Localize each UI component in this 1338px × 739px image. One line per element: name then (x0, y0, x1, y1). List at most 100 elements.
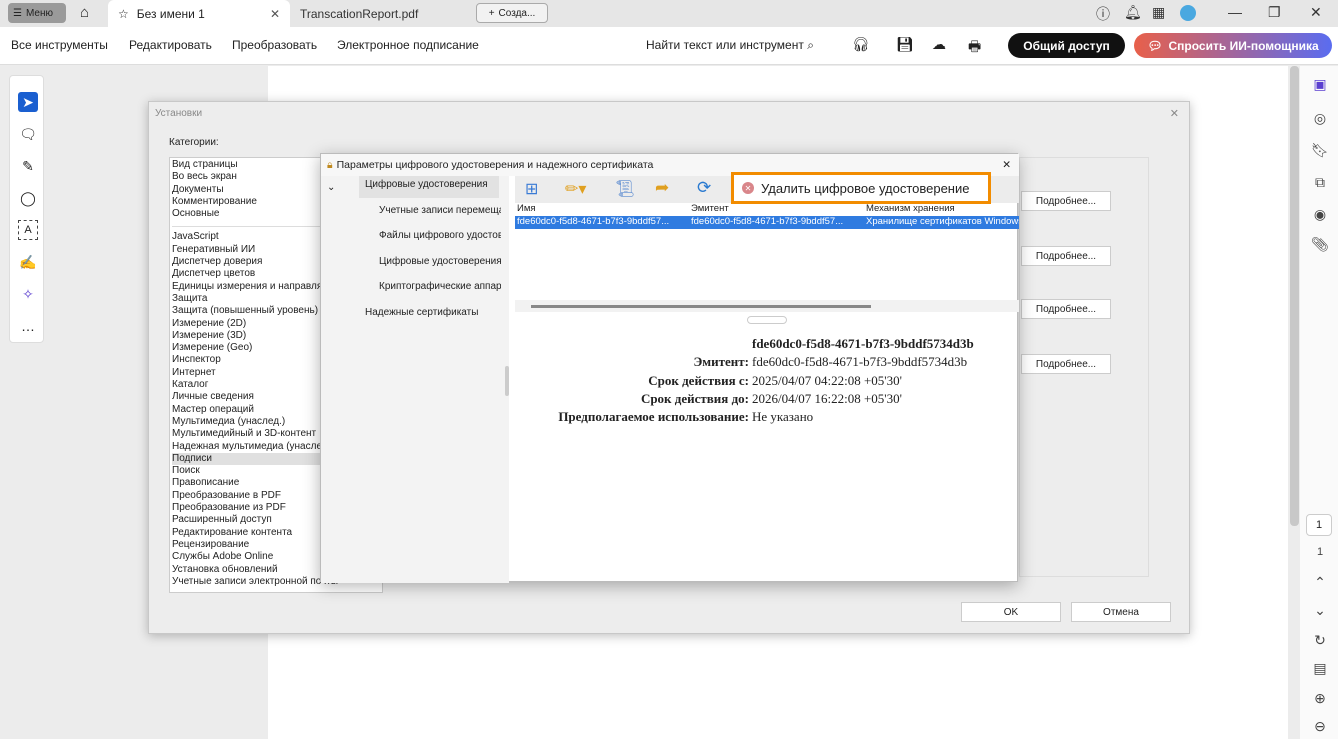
nav-roaming-accounts[interactable]: Учетные записи перемещаемых удостоверени… (379, 205, 501, 216)
plus-icon: + (488, 7, 495, 19)
more-button-1[interactable]: Подробнее... (1021, 191, 1111, 211)
create-button[interactable]: + Созда... (476, 3, 548, 23)
select-cursor-icon[interactable]: ➤ (18, 92, 38, 112)
ok-button[interactable]: OK (961, 602, 1061, 622)
edit-pencil-icon[interactable]: ✏︎▾ (565, 179, 586, 199)
right-tool-panel: ▣ ◎ 🔖︎ ⧉ ◉ 📎︎ 1 1 ⌃ ⌄ ↻ ▤ ⊕ ⊖ (1300, 66, 1338, 739)
attachment-icon[interactable]: 📎︎ (1310, 236, 1330, 253)
close-icon[interactable]: ✕ (1002, 159, 1011, 171)
hamburger-icon: ☰ (13, 7, 22, 19)
home-icon[interactable]: ⌂ (80, 4, 89, 21)
valid-to-label: Срок действия до: (640, 391, 749, 406)
apps-icon[interactable]: ▦ (1152, 4, 1165, 21)
page-fit-icon[interactable]: ▤ (1310, 660, 1330, 677)
tab-bar: ☰ Меню ⌂ ☆ Без имени 1 ✕ TranscationReport.… (0, 0, 1338, 27)
chevron-up-icon[interactable]: ⌃ (1310, 574, 1330, 591)
dialog-title: Установки (155, 108, 203, 119)
bell-icon[interactable]: 🔔︎ (1124, 4, 1142, 21)
bookmark-icon[interactable]: 🔖︎ (1310, 142, 1330, 159)
tab-label: TranscationReport.pdf (300, 6, 419, 21)
splitter-handle[interactable] (505, 366, 509, 396)
tab-untitled[interactable]: ☆ Без имени 1 ✕ (108, 0, 290, 27)
esign-link[interactable]: Электронное подписание (337, 38, 479, 52)
close-tab-icon[interactable]: ✕ (270, 7, 280, 21)
comment-icon[interactable]: 🗨︎ (18, 124, 38, 144)
issuer-label: Эмитент: (693, 354, 749, 369)
cert-name: fde60dc0-f5d8-4671-b7f3-9bddf5734d3b (752, 336, 974, 351)
page-total: 1 (1316, 546, 1324, 558)
close-window-icon[interactable]: ✕ (1310, 4, 1322, 21)
resize-grip[interactable] (747, 316, 787, 324)
ai-edit-icon[interactable]: ✧ (18, 284, 38, 304)
nav-id-files[interactable]: Файлы цифрового удостоверения (379, 230, 501, 241)
all-tools-link[interactable]: Все инструменты (11, 38, 108, 52)
tab-transaction-report[interactable]: TranscationReport.pdf (290, 0, 470, 27)
ai-label: Спросить ИИ-помощника (1168, 38, 1319, 53)
pages-icon[interactable]: ⧉ (1310, 174, 1330, 191)
zoom-in-icon[interactable]: ⊕ (1310, 690, 1330, 707)
more-button-3[interactable]: Подробнее... (1021, 299, 1111, 319)
find-label: Найти текст или инструмент (646, 38, 804, 52)
save-icon[interactable]: 💾︎ (896, 36, 914, 53)
cell-issuer: fde60dc0-f5d8-4671-b7f3-9bddf57... (691, 216, 844, 227)
column-storage[interactable]: Механизм хранения (866, 203, 955, 214)
avatar[interactable] (1180, 5, 1196, 21)
rotate-icon[interactable]: ↻ (1310, 632, 1330, 649)
export-arrow-icon[interactable]: ➦ (655, 178, 669, 198)
upload-icon[interactable]: ☁ (932, 36, 946, 53)
column-name[interactable]: Имя (517, 203, 536, 214)
find-tool[interactable]: Найти текст или инструмент ⌕ (646, 38, 814, 53)
cell-name: fde60dc0-f5d8-4671-b7f3-9bddf57... (517, 216, 670, 227)
print-icon[interactable]: 🖶 (968, 36, 981, 60)
issuer-value: fde60dc0-f5d8-4671-b7f3-9bddf5734d3b (752, 354, 968, 369)
lasso-icon[interactable]: ◯ (18, 188, 38, 208)
more-button-2[interactable]: Подробнее... (1021, 246, 1111, 266)
pen-icon[interactable]: ✎ (18, 156, 38, 176)
minimize-icon[interactable]: — (1228, 4, 1242, 20)
search-icon: ⌕ (807, 38, 814, 52)
refresh-icon[interactable]: ⟳ (697, 178, 711, 198)
column-issuer[interactable]: Эмитент (691, 203, 729, 214)
usage-value: Не указано (752, 409, 814, 424)
nav-digital-ids[interactable]: Цифровые удостоверения (359, 176, 499, 198)
text-box-icon[interactable]: A (18, 220, 38, 240)
collapse-chevron-icon[interactable]: ⌄ (327, 182, 335, 193)
star-icon[interactable]: ☆ (118, 7, 129, 21)
remove-icon: ✕ (742, 182, 754, 194)
table-row[interactable]: fde60dc0-f5d8-4671-b7f3-9bddf57... fde60… (515, 216, 1019, 229)
headphones-icon[interactable]: 🎧︎ (852, 36, 870, 53)
cell-storage: Хранилище сертификатов Windows (866, 216, 1019, 227)
page-number-input[interactable]: 1 (1306, 514, 1332, 536)
create-label: Созда... (498, 7, 536, 19)
valid-from-label: Срок действия с: (648, 373, 749, 388)
menu-label: Меню (25, 7, 53, 19)
nav-trusted-certs[interactable]: Надежные сертификаты (365, 307, 478, 318)
more-button-4[interactable]: Подробнее... (1021, 354, 1111, 374)
zoom-out-icon[interactable]: ⊖ (1310, 718, 1330, 735)
remove-digital-id-button[interactable]: ✕ Удалить цифровое удостоверение (731, 172, 991, 204)
chevron-down-icon[interactable]: ⌄ (1310, 602, 1330, 619)
nav-pkcs11[interactable]: Криптографические аппаратные модули PKCS… (379, 281, 501, 292)
close-icon[interactable]: ✕ (1170, 107, 1179, 120)
ai-summary-icon[interactable]: ▣ (1310, 76, 1330, 93)
certificate-details-icon[interactable]: 📜︎ (615, 179, 635, 199)
nav-windows-ids[interactable]: Цифровые удостоверения Windows (379, 256, 501, 267)
nav-tree: ⌄ Цифровые удостоверения Учетные записи … (321, 176, 509, 583)
convert-link[interactable]: Преобразовать (232, 38, 317, 52)
share-button[interactable]: Общий доступ (1008, 33, 1125, 58)
more-icon[interactable]: … (18, 316, 38, 336)
menu-button[interactable]: ☰ Меню (8, 3, 66, 23)
comments-icon[interactable]: ◎ (1310, 110, 1330, 127)
add-id-icon[interactable]: ⊞ (525, 179, 538, 199)
ai-assistant-button[interactable]: 💬︎ Спросить ИИ-помощника (1134, 33, 1332, 58)
valid-to-value: 2026/04/07 16:22:08 +05'30' (752, 391, 902, 406)
sign-icon[interactable]: ✍ (18, 252, 38, 272)
layers-icon[interactable]: ◉ (1310, 206, 1330, 223)
edit-link[interactable]: Редактировать (129, 38, 212, 52)
horizontal-scrollbar[interactable] (515, 300, 1019, 312)
help-icon[interactable]: ⓘ (1096, 4, 1110, 24)
cancel-button[interactable]: Отмена (1071, 602, 1171, 622)
vertical-scrollbar[interactable] (1290, 66, 1299, 526)
maximize-icon[interactable]: ❐ (1268, 4, 1281, 21)
valid-from-value: 2025/04/07 04:22:08 +05'30' (752, 373, 902, 388)
